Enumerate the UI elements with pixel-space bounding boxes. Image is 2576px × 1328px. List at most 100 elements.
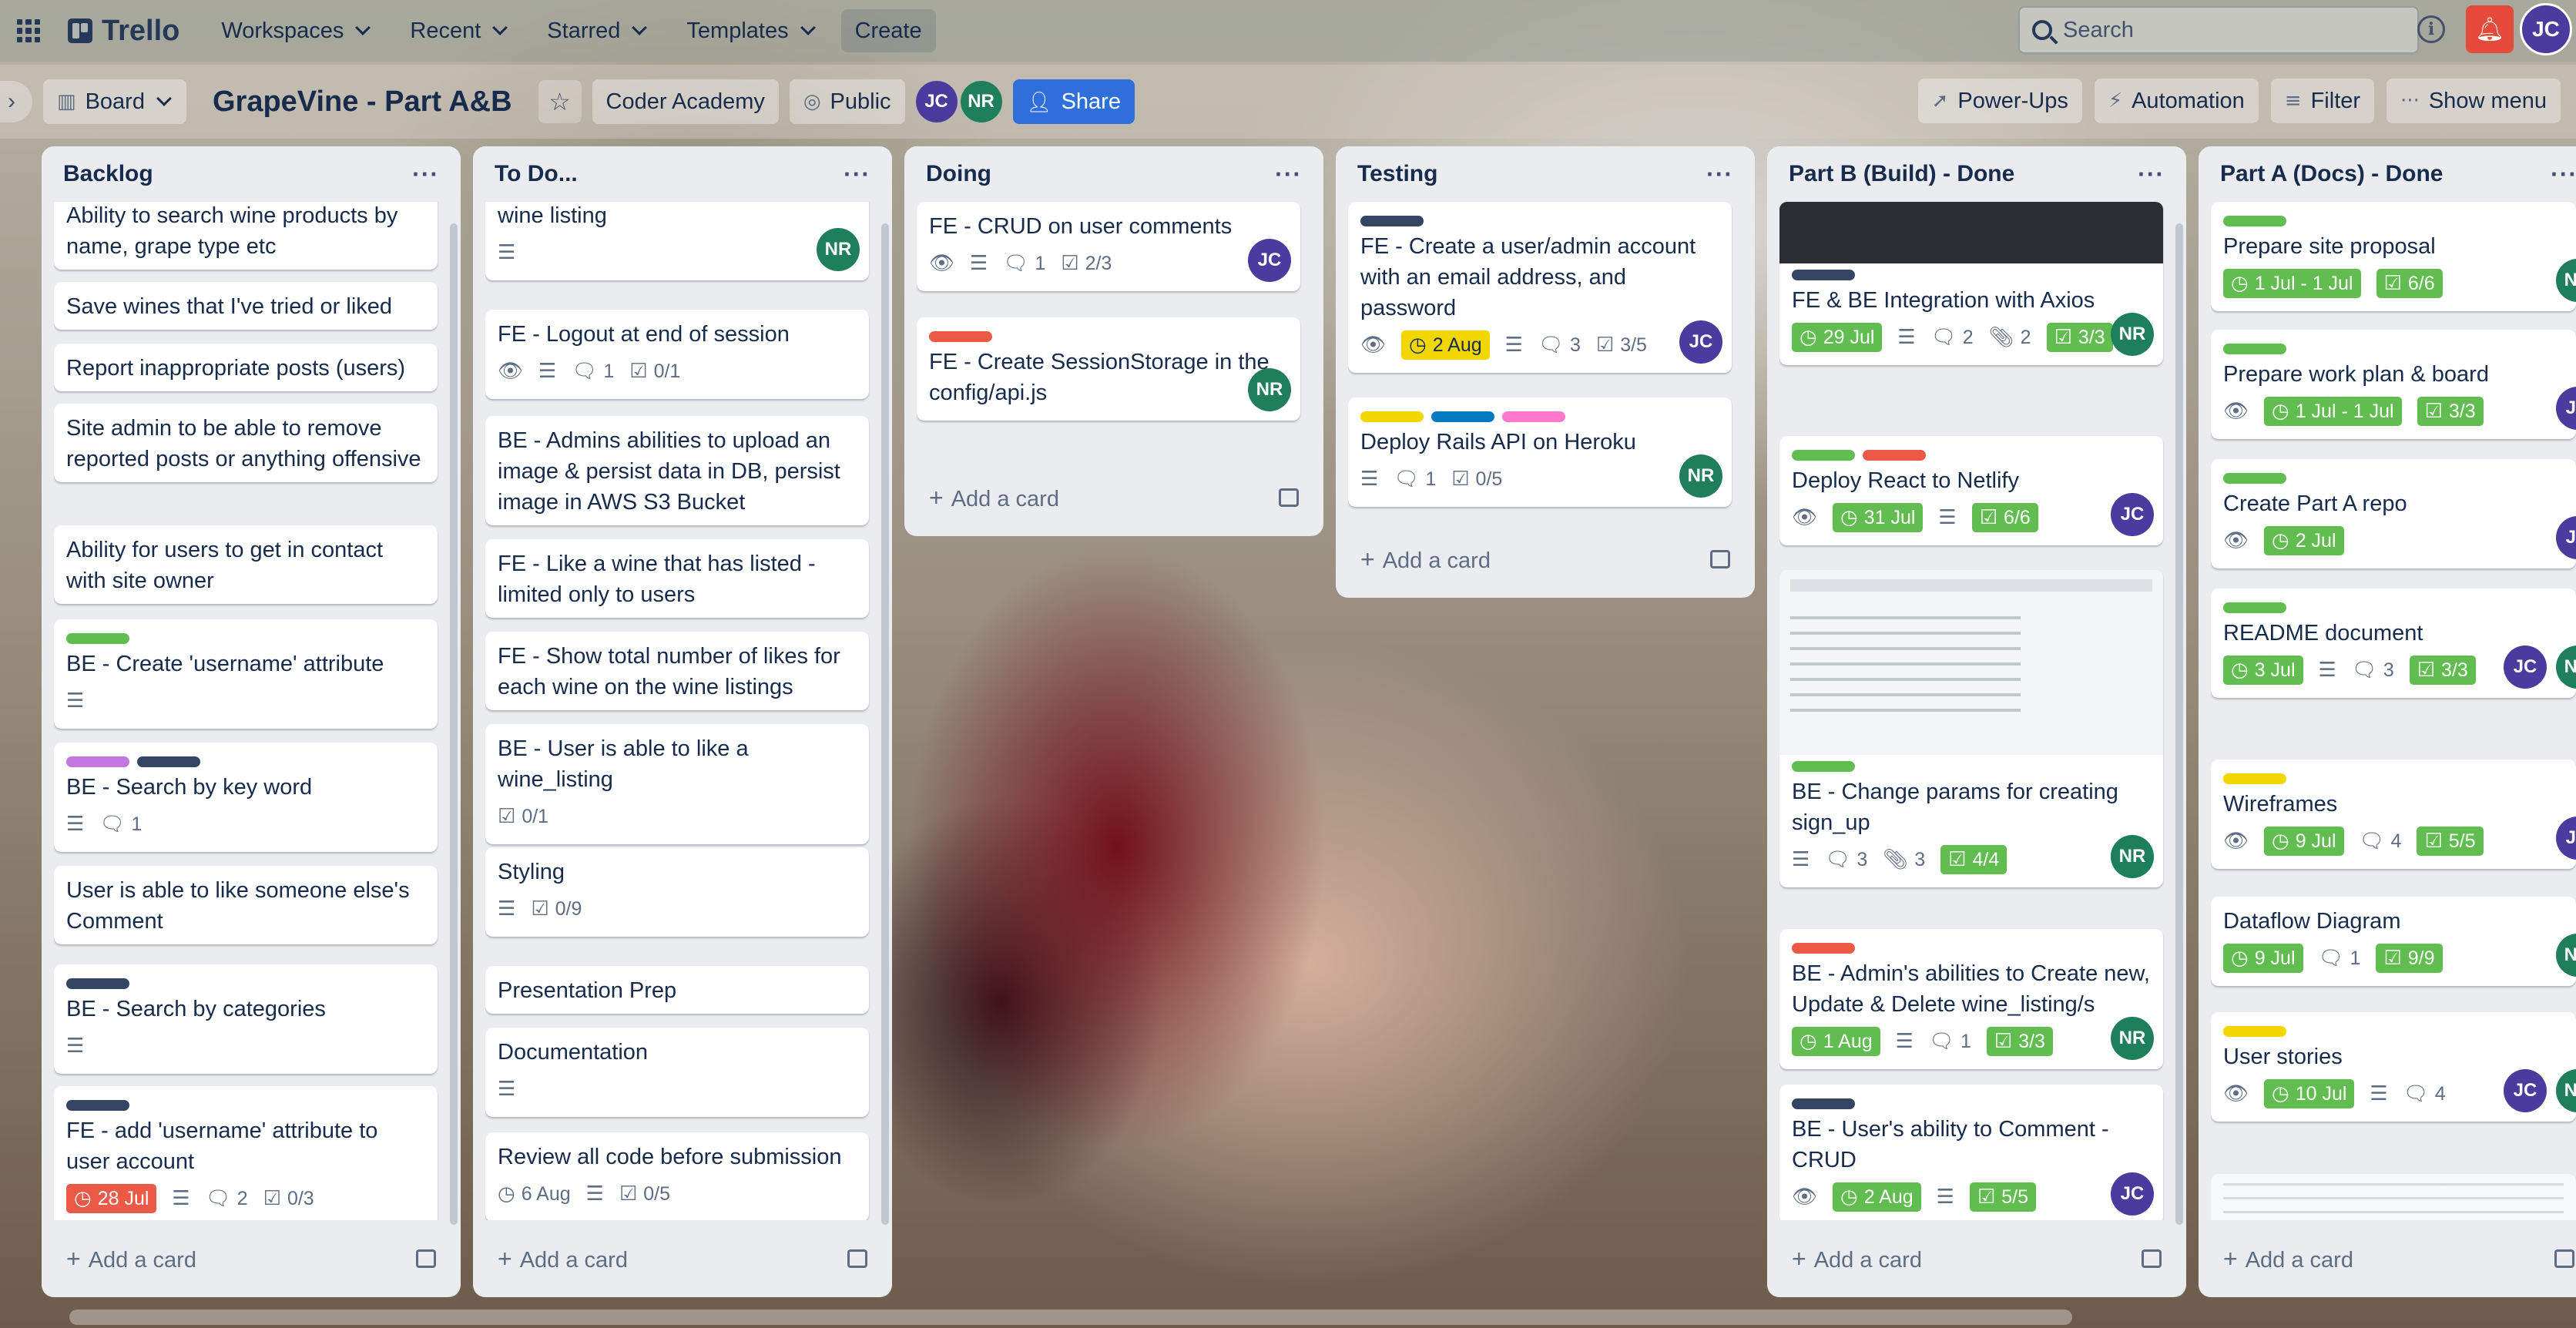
- due-date-badge[interactable]: ◷ 31 Jul: [1833, 503, 1924, 532]
- card[interactable]: FE - Like a wine that has listed - limit…: [485, 539, 869, 618]
- card[interactable]: Presentation Prep: [485, 966, 869, 1014]
- due-date-badge[interactable]: ◷ 29 Jul: [1792, 323, 1883, 352]
- star-board-icon[interactable]: ☆: [538, 80, 582, 123]
- list-part-a-docs-done[interactable]: Part A (Docs) - Done ··· Prepare site prop…: [2199, 146, 2576, 1297]
- list-title[interactable]: Backlog: [63, 161, 153, 187]
- card[interactable]: BE - Admin's abilities to Create new, Up…: [1779, 929, 2163, 1069]
- card[interactable]: BE - User is able to like a wine_listing…: [485, 724, 869, 844]
- list-backlog[interactable]: Backlog ··· Ability to search wine product…: [42, 146, 461, 1297]
- list-title[interactable]: Part B (Build) - Done: [1789, 161, 2014, 187]
- label-red[interactable]: [929, 331, 992, 342]
- list-title[interactable]: Testing: [1357, 161, 1437, 187]
- app-switcher-icon[interactable]: [17, 19, 40, 42]
- card[interactable]: User stories 👁︎ ◷10 Jul ☰ 🗨︎4 JCNR: [2211, 1012, 2576, 1122]
- card[interactable]: BE - Create 'username' attribute ☰: [54, 619, 438, 729]
- card-member-avatar[interactable]: NR: [1679, 454, 1722, 498]
- card[interactable]: Site admin to be able to remove reported…: [54, 404, 438, 482]
- list-title[interactable]: To Do...: [495, 161, 578, 187]
- list-header[interactable]: To Do... ···: [485, 146, 880, 202]
- card[interactable]: Create Part A repo👁︎◷2 JulJC: [2211, 459, 2576, 568]
- due-date-badge[interactable]: ◷ 10 Jul: [2264, 1079, 2355, 1108]
- templates-menu[interactable]: Templates: [673, 9, 830, 52]
- card-template-icon[interactable]: [416, 1249, 436, 1268]
- create-button[interactable]: Create: [840, 9, 936, 52]
- card[interactable]: README document ◷3 Jul ☰ 🗨︎3 ☑3/3 JCNR: [2211, 589, 2576, 698]
- card-member-avatar[interactable]: JC: [2111, 1172, 2154, 1216]
- label-yellow[interactable]: [2223, 1026, 2286, 1037]
- list-menu-icon[interactable]: ···: [1706, 160, 1733, 189]
- workspace-button[interactable]: Coder Academy: [592, 79, 779, 124]
- list-header[interactable]: Part A (Docs) - Done ···: [2211, 146, 2576, 202]
- trello-logo[interactable]: Trello: [51, 15, 196, 48]
- list-menu-icon[interactable]: ···: [844, 160, 870, 189]
- list-title[interactable]: Doing: [926, 161, 991, 187]
- account-avatar[interactable]: JC: [2520, 3, 2572, 55]
- label-navy[interactable]: [66, 1100, 129, 1111]
- card-template-icon[interactable]: [1710, 550, 1730, 568]
- horizontal-scrollbar[interactable]: [69, 1310, 2072, 1325]
- card-member-avatar[interactable]: JC: [2504, 646, 2547, 689]
- add-card-button[interactable]: + Add a card: [917, 475, 1311, 521]
- list-menu-icon[interactable]: ···: [1275, 160, 1302, 189]
- automation-button[interactable]: ⚡︎ Automation: [2094, 79, 2259, 123]
- show-menu-button[interactable]: ··· Show menu: [2386, 79, 2561, 123]
- due-date-badge[interactable]: ◷ 3 Jul: [2223, 656, 2303, 685]
- label-navy[interactable]: [1792, 270, 1855, 280]
- board-title[interactable]: GrapeVine - Part A&B: [197, 86, 528, 119]
- list-header[interactable]: Backlog ···: [54, 146, 448, 202]
- list-part-b-build-done[interactable]: Part B (Build) - Done ··· FE & BE Integrat…: [1767, 146, 2186, 1297]
- card-template-icon[interactable]: [2142, 1249, 2162, 1268]
- card-member-avatar[interactable]: NR: [1248, 368, 1291, 411]
- list-scrollbar[interactable]: [2175, 223, 2183, 1225]
- label-green[interactable]: [66, 633, 129, 644]
- label-green[interactable]: [2223, 602, 2286, 613]
- card-cover-screenshot[interactable]: [2211, 1174, 2576, 1220]
- card[interactable]: wine listing ☰ NR: [485, 202, 869, 280]
- recent-menu[interactable]: Recent: [396, 9, 522, 52]
- add-card-button[interactable]: + Add a card: [1348, 536, 1742, 582]
- label-navy[interactable]: [1360, 216, 1424, 226]
- due-date-badge[interactable]: ◷ 6 Aug: [498, 1182, 571, 1206]
- due-date-badge[interactable]: ◷ 9 Jul: [2223, 944, 2303, 973]
- member-avatar[interactable]: JC: [915, 81, 958, 122]
- card[interactable]: FE - Logout at end of session 👁︎ ☰ 🗨︎ 1 ☑ 0/1: [485, 310, 869, 399]
- label-navy[interactable]: [137, 756, 200, 767]
- card[interactable]: FE - Show total number of likes for each…: [485, 632, 869, 710]
- card[interactable]: FE - add 'username' attribute to user ac…: [54, 1086, 438, 1220]
- card-member-avatar[interactable]: JC: [1248, 239, 1291, 282]
- workspaces-menu[interactable]: Workspaces: [207, 9, 385, 52]
- list-menu-icon[interactable]: ···: [412, 160, 439, 189]
- list-to-do[interactable]: To Do... ··· wine listing ☰ NR FE - Logout at…: [473, 146, 892, 1297]
- due-date-badge[interactable]: ◷ 9 Jul: [2264, 827, 2344, 856]
- card-member-avatar[interactable]: NR: [2111, 835, 2154, 878]
- search-input[interactable]: Search: [2018, 6, 2419, 54]
- card[interactable]: Report inappropriate posts (users): [54, 344, 438, 391]
- list-header[interactable]: Part B (Build) - Done ···: [1779, 146, 2174, 202]
- list-title[interactable]: Part A (Docs) - Done: [2220, 161, 2443, 187]
- starred-menu[interactable]: Starred: [533, 9, 662, 52]
- card-member-avatar[interactable]: NR: [817, 228, 860, 271]
- label-red[interactable]: [1863, 450, 1926, 461]
- card[interactable]: Wireframes👁︎◷9 Jul🗨︎4☑5/5JC: [2211, 760, 2576, 869]
- filter-button[interactable]: ≡ Filter: [2270, 79, 2375, 123]
- list-testing[interactable]: Testing ··· FE - Create a user/admin accou…: [1336, 146, 1755, 598]
- card[interactable]: Styling ☰ ☑ 0/9: [485, 847, 869, 937]
- card[interactable]: Prepare work plan & board 👁︎ ◷ 1 Jul - 1 Ju…: [2211, 330, 2576, 439]
- visibility-button[interactable]: ◎ Public: [789, 79, 905, 124]
- due-date-badge[interactable]: ◷ 2 Jul: [2264, 526, 2344, 555]
- card[interactable]: BE - Change params for creating sign_up ☰…: [1779, 570, 2163, 887]
- card[interactable]: FE - Create SessionStorage in the config…: [917, 317, 1300, 421]
- card[interactable]: BE - Search by key word ☰ 🗨︎ 1: [54, 743, 438, 852]
- list-header[interactable]: Doing ···: [917, 146, 1311, 202]
- card-member-avatar[interactable]: NR: [2111, 313, 2154, 356]
- due-date-badge[interactable]: ◷ 1 Jul - 1 Jul: [2264, 397, 2402, 426]
- add-card-button[interactable]: + Add a card: [1779, 1236, 2174, 1282]
- list-header[interactable]: Testing ···: [1348, 146, 1742, 202]
- card[interactable]: FE & BE Integration with Axios ◷ 29 Jul ☰ 🗨︎…: [1779, 202, 2163, 365]
- card[interactable]: Ability to search wine products by name,…: [54, 202, 438, 270]
- power-ups-button[interactable]: ➚ Power-Ups: [1917, 79, 2082, 123]
- label-purple[interactable]: [66, 756, 129, 767]
- card-template-icon[interactable]: [1279, 488, 1299, 507]
- label-yellow[interactable]: [1360, 411, 1424, 422]
- card-member-avatar[interactable]: JC: [2504, 1069, 2547, 1112]
